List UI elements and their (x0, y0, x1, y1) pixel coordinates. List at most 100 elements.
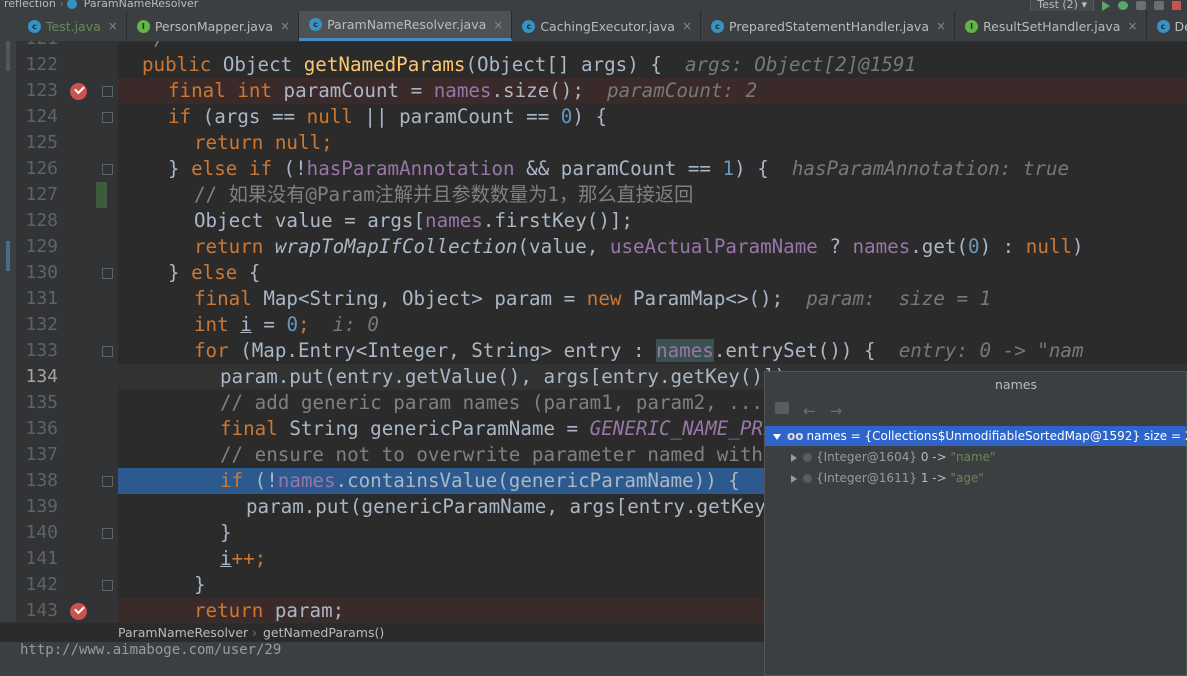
tab-test[interactable]: c Test.java × (0, 11, 127, 41)
tree-row-entry-1[interactable]: {Integer@1611} 1 -> "age" (765, 468, 1187, 488)
close-icon[interactable]: × (280, 19, 290, 33)
line-number: 131 (25, 288, 58, 309)
run-toolbar: Test (2) ▾ (1030, 0, 1187, 11)
breadcrumb-separator: › (252, 625, 257, 640)
breakpoint-icon[interactable] (70, 83, 87, 100)
nav-file[interactable]: ParamNameResolver (84, 0, 199, 10)
tab-label: Test.java (46, 18, 101, 34)
tab-paramnameresolver[interactable]: c ParamNameResolver.java × (299, 11, 513, 41)
line-numbers: 121 122 123 124 125 126 127 128 129 130 … (0, 41, 118, 622)
fold-icon[interactable] (102, 86, 113, 97)
class-icon: c (711, 19, 725, 33)
run-configuration-label: Test (2) (1037, 0, 1078, 11)
close-icon[interactable]: × (493, 18, 503, 32)
line-number: 128 (25, 210, 58, 231)
tab-personmapper[interactable]: I PersonMapper.java × (127, 11, 300, 41)
line-number: 125 (25, 132, 58, 153)
close-icon[interactable]: × (682, 19, 692, 33)
line-number: 123 (25, 80, 58, 101)
close-icon[interactable]: × (108, 19, 118, 33)
line-number: 135 (25, 392, 58, 413)
code-line-126: } else if (!hasParamAnnotation && paramC… (168, 157, 1070, 180)
line-number: 130 (25, 262, 58, 283)
line-number: 132 (25, 314, 58, 335)
expand-icon[interactable] (791, 453, 797, 462)
code-line-132: int i = 0; i: 0 (194, 313, 379, 336)
tab-label: ResultSetHandler.java (983, 18, 1121, 34)
fold-icon[interactable] (102, 476, 113, 487)
fold-icon[interactable] (102, 268, 113, 279)
var-size: size = 2 (1143, 429, 1187, 443)
code-line-124: if (args == null || paramCount == 0) { (168, 105, 608, 128)
back-arrow-icon[interactable]: ← (803, 402, 816, 420)
navigate-icon[interactable] (775, 402, 789, 414)
nav-breadcrumb: reflection › ParamNameResolver (4, 0, 198, 10)
popup-toolbar: ← → (775, 402, 842, 420)
stop-icon[interactable] (1172, 1, 1181, 10)
run-icon[interactable] (1102, 0, 1110, 11)
var-value: {Collections$UnmodifiableSortedMap@1592} (864, 429, 1141, 443)
line-number: 126 (25, 158, 58, 179)
fold-icon[interactable] (102, 580, 113, 591)
collapse-icon[interactable] (773, 433, 781, 440)
class-icon: c (309, 18, 323, 31)
tab-resultsethandler[interactable]: I ResultSetHandler.java × (955, 11, 1147, 41)
line-number: 124 (25, 106, 58, 127)
line-number: 121 (16, 41, 58, 52)
editor-breadcrumb: ParamNameResolver › getNamedParams() (0, 622, 764, 643)
popup-title: names (995, 377, 1037, 392)
line-number: 129 (25, 236, 58, 257)
code-line-125: return null; (194, 131, 333, 154)
class-icon: c (522, 19, 536, 33)
code-line-131: final Map<String, Object> param = new Pa… (194, 287, 992, 310)
line-number: 138 (25, 470, 58, 491)
line-number: 136 (25, 418, 58, 439)
entry-icon (803, 474, 812, 483)
navigation-bar: reflection › ParamNameResolver Test (2) … (0, 0, 1187, 11)
breadcrumb-class[interactable]: ParamNameResolver (118, 625, 248, 640)
line-number: 140 (25, 522, 58, 543)
code-line-127: // 如果没有@Param注解并且参数数量为1，那么直接返回 (194, 183, 694, 206)
breakpoint-icon[interactable] (70, 603, 87, 620)
tree-row-entry-0[interactable]: {Integer@1604} 0 -> "name" (765, 447, 1187, 467)
nav-project[interactable]: reflection (4, 0, 56, 10)
fold-icon[interactable] (102, 346, 113, 357)
code-line-130: } else { (168, 261, 261, 284)
code-line-133: for (Map.Entry<Integer, String> entry : … (194, 339, 1084, 362)
nav-separator: › (59, 0, 68, 10)
tab-label: PreparedStatementHandler.java (729, 18, 929, 34)
interface-icon: I (136, 19, 150, 33)
code-line-128: Object value = args[names.firstKey()]; (194, 209, 633, 232)
interface-icon: I (965, 19, 979, 33)
vcs-change-marker[interactable] (96, 182, 107, 208)
tab-label: PersonMapper.java (154, 18, 274, 34)
close-icon[interactable]: × (936, 19, 946, 33)
status-bar: http://www.aimaboge.com/user/29 (0, 642, 764, 676)
tree-row-names[interactable]: oo names = {Collections$UnmodifiableSorte… (765, 426, 1187, 446)
variable-inspector-popup[interactable]: names ← → oo names = {Collections$Unmodif… (764, 371, 1187, 676)
class-icon: c (28, 19, 41, 33)
expand-icon[interactable] (791, 474, 797, 483)
tab-defaultresultsethandler[interactable]: c DefaultResultSetH (1147, 11, 1187, 41)
status-url: http://www.aimaboge.com/user/29 (20, 642, 282, 658)
fold-icon[interactable] (102, 528, 113, 539)
line-number: 143 (25, 600, 58, 621)
line-number: 142 (25, 574, 58, 595)
debug-icon[interactable] (1118, 1, 1128, 10)
tab-label: DefaultResultSetH (1174, 18, 1187, 34)
tab-preparedstatementhandler[interactable]: c PreparedStatementHandler.java × (701, 11, 956, 41)
run-configuration-select[interactable]: Test (2) ▾ (1030, 0, 1094, 11)
close-icon[interactable]: × (1127, 19, 1137, 33)
line-number: 137 (25, 444, 58, 465)
tab-cachingexecutor[interactable]: c CachingExecutor.java × (512, 11, 702, 41)
entry-icon (803, 453, 812, 462)
breadcrumb-method[interactable]: getNamedParams() (263, 625, 384, 640)
tab-label: CachingExecutor.java (540, 18, 675, 34)
code-line-123: final int paramCount = names.size(); par… (118, 78, 1187, 104)
profile-icon[interactable] (1154, 1, 1164, 10)
fold-icon[interactable] (102, 164, 113, 175)
line-number: 133 (25, 340, 58, 361)
fold-icon[interactable] (102, 112, 113, 123)
coverage-icon[interactable] (1136, 1, 1146, 10)
forward-arrow-icon[interactable]: → (830, 402, 843, 420)
